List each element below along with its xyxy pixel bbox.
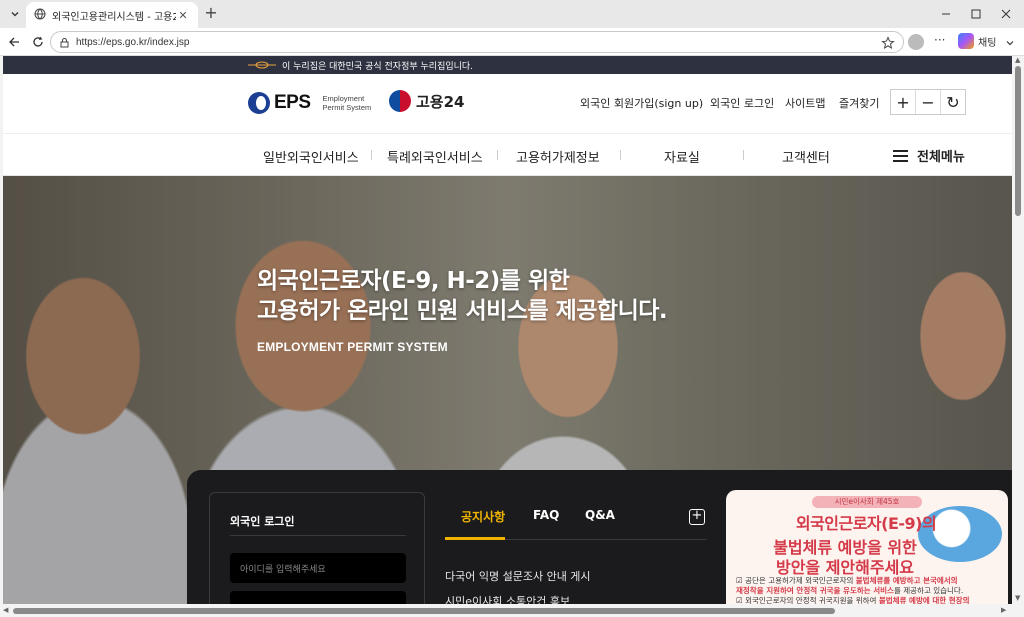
sitemap-link[interactable]: 사이트맵 [785, 95, 825, 111]
citizen-board-banner[interactable]: 시민e이사회 제45호 외국인근로자(E-9)의 불법체류 예방을 위한 방안을… [726, 490, 1008, 604]
web-page: 이 누리집은 대한민국 공식 전자정부 누리집입니다. EPS Employme… [3, 56, 1012, 604]
eps-logo[interactable]: EPS Employment Permit System [248, 92, 371, 114]
nav-divider [620, 150, 621, 160]
favorites-link[interactable]: 즐겨찾기 [839, 95, 879, 111]
url-text: https://eps.go.kr/index.jsp [76, 36, 190, 48]
banner-title-line3: 방안을 제안해주세요 [775, 558, 915, 577]
tab-list-chevron-icon[interactable] [6, 5, 24, 23]
horizontal-scroll-thumb[interactable] [13, 608, 835, 614]
more-notices-plus-icon[interactable]: + [689, 509, 705, 525]
tab-close-icon[interactable]: ✕ [176, 9, 190, 22]
hero-title: 외국인근로자(E-9, H-2)를 위한 고용허가 온라인 민원 서비스를 제공… [257, 268, 668, 324]
tab-faq[interactable]: FAQ [533, 508, 559, 522]
browser-tab[interactable]: 외국인고용관리시스템 - 고용24 ✕ [26, 2, 198, 28]
taegeuk-icon [389, 90, 411, 112]
banner-desc-3: ☑ 외국인근로자의 안정적 귀국지원을 위하여 불법체류 예방에 대한 현장의 [736, 596, 970, 604]
gov-banner: 이 누리집은 대한민국 공식 전자정부 누리집입니다. [3, 56, 1012, 74]
tab-qna[interactable]: Q&A [585, 508, 615, 522]
copilot-icon [958, 33, 974, 49]
nav-divider [371, 150, 372, 160]
work24-logo-text: 고용24 [416, 92, 465, 111]
horizontal-scrollbar[interactable]: ◀ ▶ [3, 604, 1012, 617]
hero-text: 외국인근로자(E-9, H-2)를 위한 고용허가 온라인 민원 서비스를 제공… [257, 266, 668, 354]
gov-banner-text: 이 누리집은 대한민국 공식 전자정부 누리집입니다. [282, 61, 474, 72]
login-title: 외국인 로그인 [230, 515, 295, 528]
work24-logo[interactable]: 고용24 [389, 90, 464, 112]
main-navigation: 일반외국인서비스 특례외국인서비스 고용허가제정보 자료실 고객센터 전체메뉴 [3, 134, 1012, 176]
site-header: EPS Employment Permit System 고용24 외국인 회원… [3, 74, 1012, 134]
signup-link[interactable]: 외국인 회원가입(sign up) [580, 95, 703, 111]
vertical-scroll-thumb[interactable] [1015, 66, 1021, 216]
notice-item[interactable]: 다국어 익명 설문조사 안내 게시 [445, 568, 591, 584]
nav-divider [497, 150, 498, 160]
nav-divider [743, 150, 744, 160]
scroll-up-icon[interactable]: ▲ [1015, 56, 1020, 64]
tab-title: 외국인고용관리시스템 - 고용24 [52, 11, 176, 23]
nav-customer-center[interactable]: 고객센터 [782, 147, 830, 166]
active-tab-indicator [445, 537, 505, 540]
nav-general-foreigner[interactable]: 일반외국인서비스 [263, 147, 359, 166]
eps-logo-subtitle: Employment Permit System [322, 94, 372, 112]
url-field[interactable]: https://eps.go.kr/index.jsp [50, 31, 904, 53]
site-info-icon[interactable] [59, 33, 70, 52]
all-menu-label: 전체메뉴 [917, 150, 965, 165]
close-window-icon[interactable] [996, 5, 1016, 23]
login-divider [230, 535, 406, 536]
hero-subtitle: EMPLOYMENT PERMIT SYSTEM [257, 340, 448, 354]
banner-desc-1: ☑ 공단은 고용허가제 외국인근로자의 불법체류를 예방하고 본국에서의 [736, 576, 958, 585]
sidebar-chevron-icon[interactable] [1004, 34, 1018, 48]
zoom-in-button[interactable]: + [891, 90, 916, 114]
copilot-button[interactable]: 채팅 [958, 33, 996, 49]
refresh-icon[interactable] [30, 34, 46, 50]
board-tabs: 공지사항 FAQ Q&A [445, 496, 707, 540]
new-tab-plus-icon[interactable]: + [202, 5, 220, 23]
address-bar-row: https://eps.go.kr/index.jsp ··· 채팅 [0, 28, 1024, 56]
nav-special-foreigner[interactable]: 특례외국인서비스 [387, 147, 483, 166]
more-options-icon[interactable]: ··· [934, 33, 945, 47]
nav-library[interactable]: 자료실 [664, 147, 700, 166]
hamburger-icon [893, 149, 908, 162]
eps-logo-text: EPS [274, 92, 311, 113]
scroll-down-icon[interactable]: ▼ [1015, 594, 1020, 602]
nav-eps-info[interactable]: 고용허가제정보 [516, 147, 600, 166]
zoom-reset-button[interactable]: ↻ [941, 90, 965, 114]
notice-item[interactable]: 시민e이사회 소통안건 홍보 [445, 593, 570, 604]
foreigner-login-box: 외국인 로그인 아이디를 입력해주세요 [209, 492, 425, 604]
copilot-label: 채팅 [978, 37, 997, 49]
browser-tab-bar: 외국인고용관리시스템 - 고용24 ✕ + [0, 0, 1024, 28]
gov-emblem-icon [248, 61, 276, 69]
back-arrow-icon[interactable] [6, 34, 22, 50]
scroll-right-icon[interactable]: ▶ [1001, 606, 1006, 614]
zoom-controls: + − ↻ [890, 89, 966, 115]
favorite-star-icon[interactable] [881, 35, 895, 50]
all-menu-button[interactable]: 전체메뉴 [893, 146, 965, 165]
banner-badge: 시민e이사회 제45호 [812, 496, 922, 508]
maximize-icon[interactable] [966, 5, 986, 23]
banner-title-line1: 외국인근로자(E-9)의 [795, 514, 937, 533]
tab-notices[interactable]: 공지사항 [461, 508, 505, 525]
scroll-left-icon[interactable]: ◀ [3, 606, 8, 614]
banner-desc-2: 재정착을 지원하여 안정적 귀국을 유도하는 서비스를 제공하고 있습니다. [736, 586, 964, 595]
eps-logo-icon [248, 92, 270, 114]
user-id-input[interactable]: 아이디를 입력해주세요 [230, 553, 406, 583]
password-input[interactable] [230, 591, 406, 604]
minimize-icon[interactable] [936, 5, 956, 23]
vertical-scrollbar[interactable]: ▲ ▼ [1012, 56, 1024, 604]
globe-icon [34, 8, 46, 23]
profile-avatar-icon[interactable] [908, 34, 924, 50]
zoom-out-button[interactable]: − [916, 90, 941, 114]
login-link[interactable]: 외국인 로그인 [710, 95, 774, 111]
